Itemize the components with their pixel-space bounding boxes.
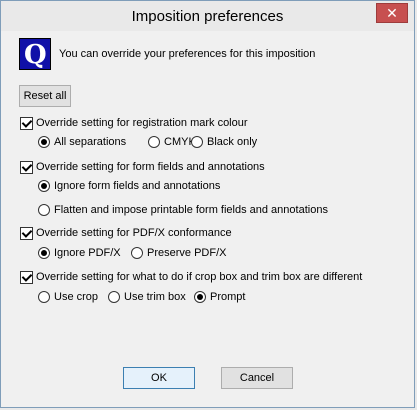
radio-label: All separations	[54, 136, 127, 148]
radio-unselected[interactable]	[191, 136, 203, 148]
radio-unselected[interactable]	[38, 291, 50, 303]
dialog-window: Imposition preferences ✕ Q You can overr…	[0, 0, 415, 408]
app-logo: Q	[19, 38, 51, 70]
checkbox-checked[interactable]	[20, 271, 33, 284]
checkbox-checked[interactable]	[20, 117, 33, 130]
radio-unselected[interactable]	[131, 247, 143, 259]
radio-unselected[interactable]	[108, 291, 120, 303]
radio-label: Preserve PDF/X	[147, 247, 227, 259]
radio-label: Black only	[207, 136, 258, 148]
reset-all-button[interactable]: Reset all	[19, 85, 71, 107]
radio-label: Ignore PDF/X	[54, 247, 121, 259]
window-title: Imposition preferences	[131, 8, 284, 25]
radio-unselected[interactable]	[148, 136, 160, 148]
radio-selected[interactable]	[38, 247, 50, 259]
close-button[interactable]: ✕	[376, 3, 408, 23]
dialog-body: Q You can override your preferences for …	[9, 31, 408, 401]
title-bar: Imposition preferences ✕	[1, 1, 414, 31]
intro-text: You can override your preferences for th…	[59, 48, 316, 60]
radio-label: Flatten and impose printable form fields…	[54, 204, 328, 216]
ok-button[interactable]: OK	[123, 367, 195, 389]
radio-label: Use crop	[54, 291, 99, 303]
radio-label: Ignore form fields and annotations	[54, 180, 221, 192]
radio-selected[interactable]	[38, 180, 50, 192]
close-icon: ✕	[386, 5, 398, 21]
radio-selected[interactable]	[38, 136, 50, 148]
form-fields-override-label: Override setting for form fields and ann…	[36, 161, 265, 173]
radio-unselected[interactable]	[38, 204, 50, 216]
radio-label: Use trim box	[124, 291, 186, 303]
pdfx-override-label: Override setting for PDF/X conformance	[36, 227, 232, 239]
registration-override-label: Override setting for registration mark c…	[36, 117, 248, 129]
radio-selected[interactable]	[194, 291, 206, 303]
checkbox-checked[interactable]	[20, 227, 33, 240]
radio-label: Prompt	[210, 291, 246, 303]
crop-override-label: Override setting for what to do if crop …	[36, 271, 363, 283]
cancel-button[interactable]: Cancel	[221, 367, 293, 389]
logo-letter: Q	[24, 40, 47, 70]
checkbox-checked[interactable]	[20, 161, 33, 174]
